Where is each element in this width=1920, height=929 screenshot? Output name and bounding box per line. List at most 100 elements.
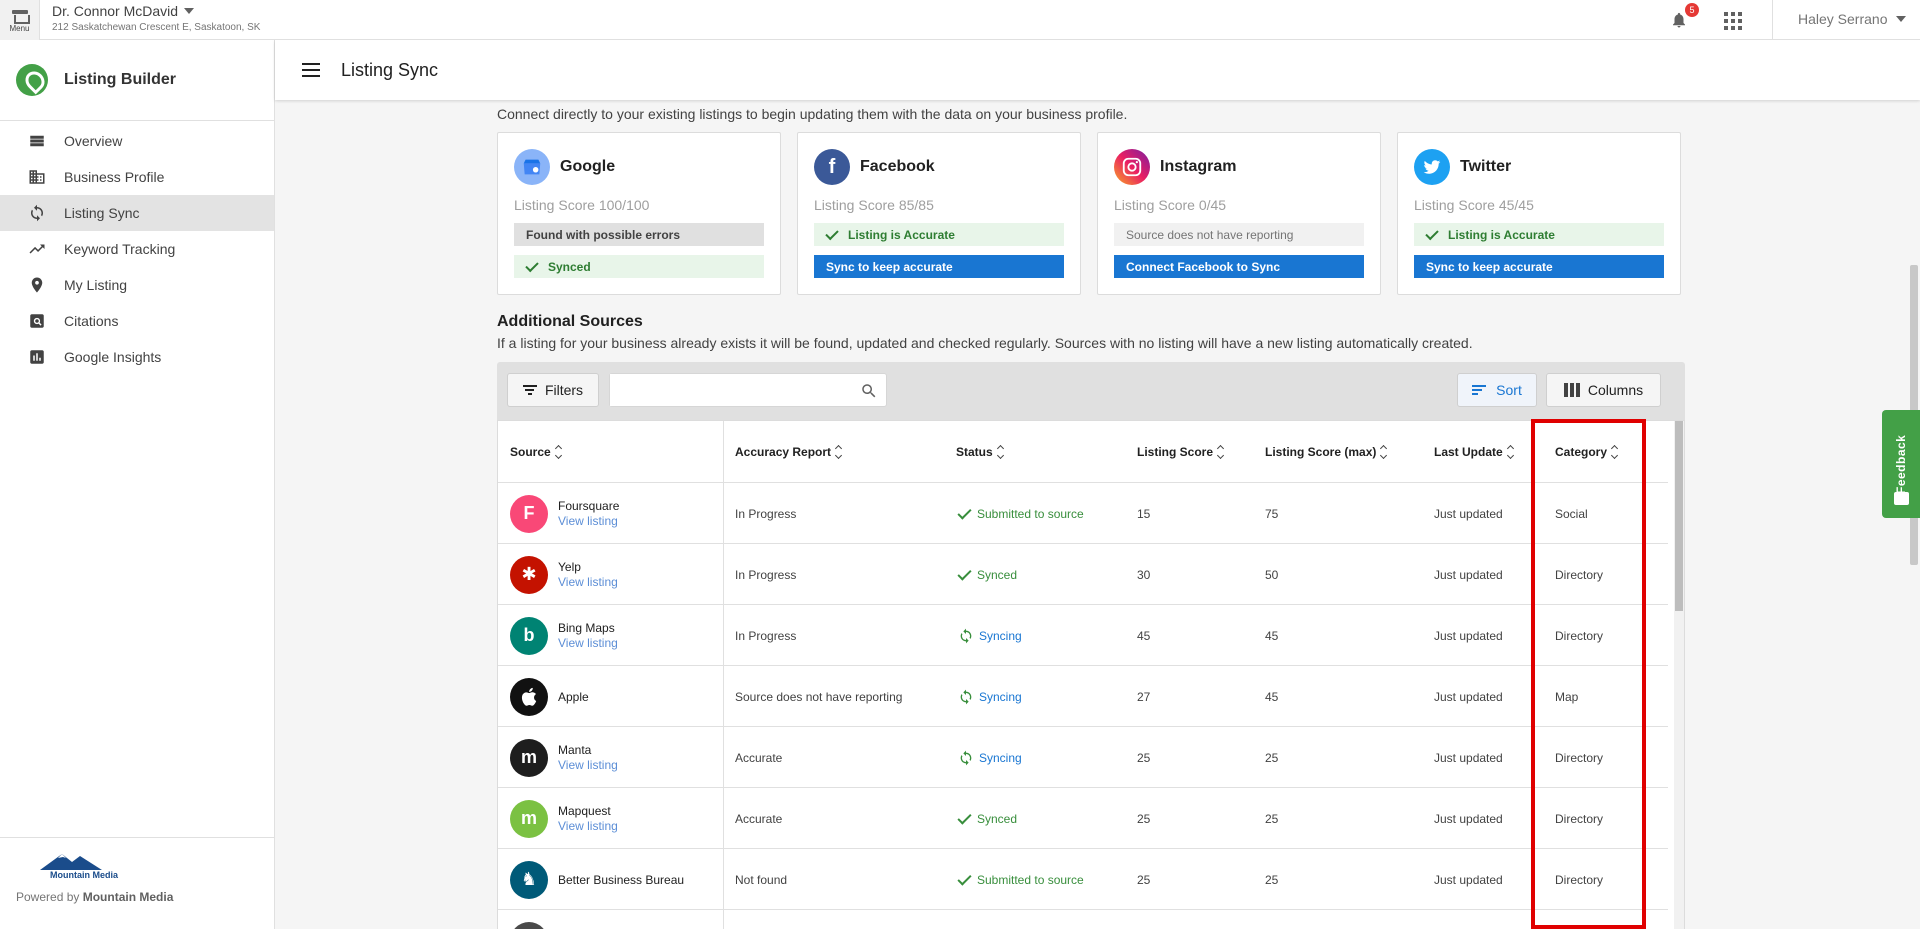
column-header-status[interactable]: Status [956,421,1004,483]
card-status: Source does not have reporting [1114,223,1364,246]
sidebar-brand: Listing Builder [0,40,274,121]
business-address: 212 Saskatchewan Crescent E, Saskatoon, … [52,22,261,33]
column-header-label: Listing Score (max) [1265,445,1377,459]
status-text: Listing is Accurate [848,227,955,242]
card-status: Found with possible errors [514,223,764,246]
column-header-listing-score[interactable]: Listing Score [1137,421,1225,483]
store-icon [11,9,30,24]
view-listing-link[interactable]: View listing [558,819,618,833]
sidebar-item-google-insights[interactable]: Google Insights [0,339,274,375]
sort-arrows-icon [835,444,843,460]
source-cell: m Mapquest View listing [510,788,618,849]
listing-builder-logo-icon [16,64,48,96]
sort-arrows-icon [554,444,562,460]
column-header-accuracy-report[interactable]: Accuracy Report [735,421,843,483]
card-score: Listing Score 100/100 [514,197,650,213]
intro-text: Connect directly to your existing listin… [497,106,1128,122]
table-row: b Bing Maps View listing In Progress Syncing… [498,605,1668,666]
view-listing-link[interactable]: View listing [558,636,618,650]
twitter-icon [1414,149,1450,185]
column-header-listing-score-max[interactable]: Listing Score (max) [1265,421,1388,483]
sidebar-item-overview[interactable]: Overview [0,123,274,159]
column-header-category[interactable]: Category [1555,421,1619,483]
scrollbar-thumb[interactable] [1675,421,1683,611]
card-name: Google [560,158,616,175]
listing-score-cell: 15 [1137,506,1151,521]
status-text: Syncing [979,750,1022,765]
listing-score-cell: 25 [1137,811,1151,826]
status-text: Source does not have reporting [1126,227,1294,242]
card-sync-status: Synced [514,255,764,278]
sidebar-item-listing-sync[interactable]: Listing Sync [0,195,274,231]
top-bar: Menu Dr. Connor McDavid 212 Saskatchewan… [0,0,1920,40]
footer-logo-text: Mountain Media [50,870,118,880]
column-header-last-update[interactable]: Last Update [1434,421,1514,483]
table-scrollbar[interactable] [1674,421,1684,929]
hamburger-menu-icon[interactable] [302,63,320,77]
trending-up-icon [27,239,47,259]
status-cell: Submitted to source [957,483,1084,544]
mountain-media-logo: Mountain Media [32,852,122,880]
feedback-tab[interactable]: Feedback [1882,410,1920,518]
business-switcher[interactable]: Dr. Connor McDavid 212 Saskatchewan Cres… [52,3,260,33]
view-listing-link[interactable]: View listing [558,575,618,589]
filters-button[interactable]: Filters [507,373,599,407]
notification-badge: 5 [1685,3,1699,17]
button-label: Filters [544,382,584,398]
columns-button[interactable]: Columns [1546,373,1661,407]
manta-logo-icon: m [510,738,548,777]
sort-button[interactable]: Sort [1457,373,1537,407]
sync-button[interactable]: Sync to keep accurate [814,255,1064,278]
sync-button[interactable]: Sync to keep accurate [1414,255,1664,278]
category-cell: Directory [1555,750,1604,765]
category-cell: Map [1555,689,1579,704]
accuracy-cell: Accurate [735,750,783,765]
chevron-down-icon [1895,16,1906,22]
better-business-bureau-logo-icon: ♞ [510,860,548,899]
google-business-icon [514,149,550,185]
sidebar-item-business-profile[interactable]: Business Profile [0,159,274,195]
status-indicator: Synced [957,565,1017,582]
check-icon [957,565,972,581]
sidebar-item-citations[interactable]: Citations [0,303,274,339]
view-listing-link[interactable]: View listing [558,514,619,528]
apps-grid-icon[interactable] [1724,12,1742,30]
menu-button[interactable]: Menu [0,0,40,40]
status-text: Synced [977,811,1018,826]
sidebar-item-label: My Listing [64,277,128,293]
foursquare-logo-icon: F [510,494,548,533]
user-menu[interactable]: Haley Serrano [1798,11,1906,27]
sidebar-item-my-listing[interactable]: My Listing [0,267,274,303]
sort-arrows-icon [1216,444,1225,460]
last-update-cell: Just updated [1434,506,1503,521]
button-label: Columns [1587,382,1644,398]
sort-arrows-icon [1610,444,1619,460]
source-card-twitter: Twitter Listing Score 45/45 Listing is A… [1397,132,1681,295]
category-cell: Directory [1555,811,1604,826]
status-text: Syncing [979,628,1022,643]
sort-arrows-icon [996,444,1004,460]
search-icon[interactable] [860,382,878,400]
last-update-cell: Just updated [1434,750,1503,765]
connect-facebook-button[interactable]: Connect Facebook to Sync [1114,255,1364,278]
search-input[interactable] [610,374,850,406]
check-icon [957,809,972,825]
card-name: Twitter [1460,158,1512,175]
chevron-down-icon [184,8,195,14]
card-score: Listing Score 0/45 [1114,197,1227,213]
source-name: Better Business Bureau [558,872,685,887]
status-cell: Syncing [958,666,1022,727]
status-text: Listing is Accurate [1448,227,1555,242]
source-cell: b Bing Maps View listing [510,605,618,666]
syncing-icon [960,628,972,643]
section-description: If a listing for your business already e… [497,335,1473,351]
view-listing-link[interactable]: View listing [558,758,618,772]
table-row: Brownbook [498,910,1668,929]
column-header-source[interactable]: Source [510,421,562,483]
source-card-facebook: f Facebook Listing Score 85/85 Listing i… [797,132,1081,295]
listing-score-max-cell: 25 [1265,750,1279,765]
sidebar-item-keyword-tracking[interactable]: Keyword Tracking [0,231,274,267]
source-cell: ♞ Better Business Bureau [510,849,684,910]
source-name: Apple [558,689,589,704]
overview-icon [27,131,47,151]
